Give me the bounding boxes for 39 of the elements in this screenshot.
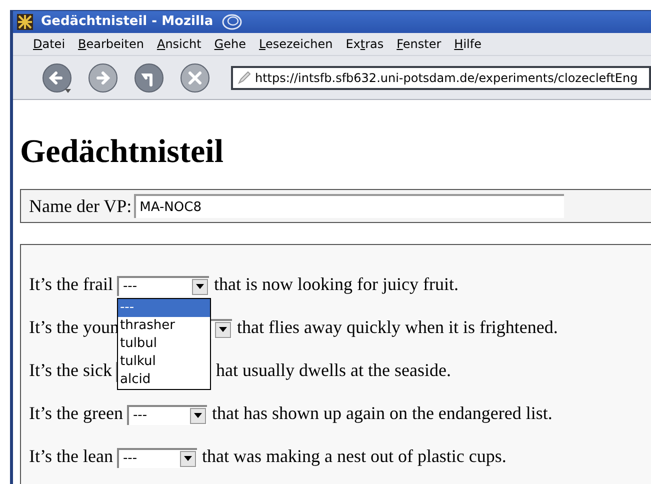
sentence-text: It’s the lean [29, 445, 113, 468]
menu-item[interactable]: Ansicht [156, 35, 202, 53]
sentence-text: It’s the green [29, 402, 123, 425]
sentence-text: that flies away quickly when it is frightened. [237, 316, 558, 339]
select-value: --- [132, 409, 148, 422]
sentence-text: that was making a nest out of plastic cups. [202, 445, 506, 468]
menu-item[interactable]: Hilfe [454, 35, 482, 53]
page-heading: Gedächtnisteil [20, 132, 224, 172]
window-title: Gedächtnisteil - Mozilla [41, 13, 214, 32]
dropdown-option[interactable]: tulbul [118, 334, 210, 353]
sentence-text: hat usually dwells at the seaside. [216, 359, 451, 382]
name-label: Name der VP: [29, 194, 132, 218]
dropdown-option[interactable]: tulkul [118, 352, 210, 371]
menu-item[interactable]: Lesezeichen [258, 35, 333, 53]
menu-item[interactable]: Extras [346, 35, 384, 53]
menu-item[interactable]: Gehe [214, 35, 246, 53]
dropdown-option[interactable]: --- [118, 298, 210, 317]
sentence-text: that has shown up again on the endangered list. [212, 402, 552, 425]
name-input[interactable]: MA-NOC8 [134, 194, 564, 218]
url-text: https://intsfb.sfb632.uni-potsdam.de/experiments/clozecleftEng [255, 70, 638, 87]
sentence-text: that is now looking for juicy fruit. [214, 273, 458, 296]
dropdown-select[interactable]: --- [126, 404, 207, 425]
select-value: --- [122, 452, 138, 466]
sentence-text: It’s the frail [29, 273, 113, 296]
reload-icon[interactable] [133, 62, 165, 94]
dropdown-select[interactable]: --- [116, 448, 197, 468]
pencil-icon [237, 70, 251, 85]
spiral-icon [221, 12, 244, 31]
sentence-text: It’s the youn [29, 316, 119, 339]
address-bar[interactable]: https://intsfb.sfb632.uni-potsdam.de/experiments/clozecleftEng [231, 66, 651, 90]
menu-item[interactable]: Fenster [396, 35, 442, 53]
app-icon [17, 14, 33, 30]
dropdown-option[interactable]: alcid [118, 370, 210, 389]
sentence-text: It’s the sick [29, 359, 112, 382]
menu-item[interactable]: Bearbeiten [78, 35, 144, 53]
select-value: --- [122, 280, 138, 294]
dropdown-option[interactable]: thrasher [118, 316, 210, 335]
back-icon[interactable] [41, 62, 73, 94]
menu-item[interactable]: Datei [33, 35, 66, 53]
